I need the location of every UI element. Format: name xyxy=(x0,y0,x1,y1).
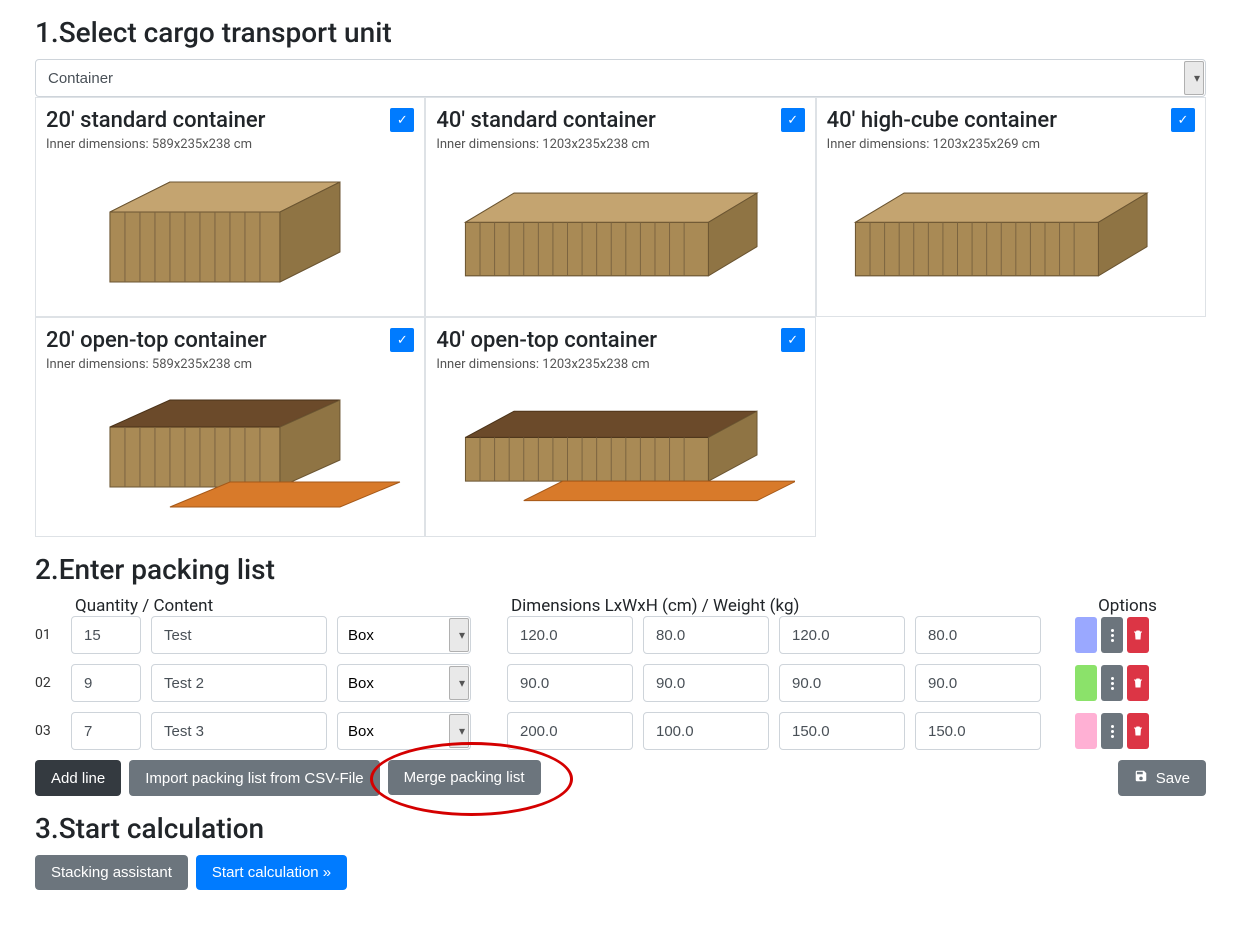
header-dims: Dimensions LxWxH (cm) / Weight (kg) xyxy=(511,596,1049,616)
packing-rows: 01 Box 02 Box 03 xyxy=(35,616,1206,750)
stacking-assistant-button[interactable]: Stacking assistant xyxy=(35,855,188,890)
container-card[interactable]: 20' open-top container Inner dimensions:… xyxy=(35,317,425,537)
check-icon[interactable]: ✓ xyxy=(390,328,414,352)
container-image xyxy=(436,382,804,522)
content-input[interactable] xyxy=(151,664,327,702)
trash-icon xyxy=(1132,724,1144,738)
check-icon[interactable]: ✓ xyxy=(1171,108,1195,132)
header-qty: Quantity / Content xyxy=(75,596,511,616)
transport-unit-select-wrap: Container xyxy=(35,59,1206,97)
header-opts: Options xyxy=(1049,596,1206,616)
row-menu-button[interactable] xyxy=(1101,665,1123,701)
weight-input[interactable] xyxy=(915,712,1041,750)
color-swatch[interactable] xyxy=(1075,665,1097,701)
container-title: 20' standard container xyxy=(46,108,414,133)
merge-packing-button[interactable]: Merge packing list xyxy=(388,760,541,795)
color-swatch[interactable] xyxy=(1075,713,1097,749)
check-icon[interactable]: ✓ xyxy=(390,108,414,132)
container-title: 40' standard container xyxy=(436,108,804,133)
container-title: 40' high-cube container xyxy=(827,108,1195,133)
transport-unit-select[interactable]: Container xyxy=(35,59,1206,97)
container-image xyxy=(436,162,804,302)
container-title: 40' open-top container xyxy=(436,328,804,353)
width-input[interactable] xyxy=(643,616,769,654)
container-image xyxy=(46,382,414,522)
button-row: Add line Import packing list from CSV-Fi… xyxy=(35,760,1206,796)
height-input[interactable] xyxy=(779,712,905,750)
dots-icon xyxy=(1111,629,1114,642)
row-number: 03 xyxy=(35,723,61,739)
column-headers: Quantity / Content Dimensions LxWxH (cm)… xyxy=(35,596,1206,616)
row-delete-button[interactable] xyxy=(1127,617,1149,653)
container-dims: Inner dimensions: 1203x235x269 cm xyxy=(827,137,1195,152)
container-title: 20' open-top container xyxy=(46,328,414,353)
container-grid: 20' standard container Inner dimensions:… xyxy=(35,97,1206,537)
save-icon xyxy=(1134,770,1152,787)
container-dims: Inner dimensions: 589x235x238 cm xyxy=(46,137,414,152)
dots-icon xyxy=(1111,725,1114,738)
length-input[interactable] xyxy=(507,616,633,654)
container-card[interactable]: 40' open-top container Inner dimensions:… xyxy=(425,317,815,537)
type-select[interactable]: Box xyxy=(337,664,471,702)
content-input[interactable] xyxy=(151,616,327,654)
weight-input[interactable] xyxy=(915,616,1041,654)
add-line-button[interactable]: Add line xyxy=(35,760,121,796)
container-dims: Inner dimensions: 1203x235x238 cm xyxy=(436,137,804,152)
height-input[interactable] xyxy=(779,664,905,702)
start-calculation-button[interactable]: Start calculation » xyxy=(196,855,347,890)
check-icon[interactable]: ✓ xyxy=(781,328,805,352)
packing-row: 03 Box xyxy=(35,712,1206,750)
container-dims: Inner dimensions: 589x235x238 cm xyxy=(46,357,414,372)
container-image xyxy=(827,162,1195,302)
packing-row: 01 Box xyxy=(35,616,1206,654)
section2-title: 2.Enter packing list xyxy=(35,553,1206,586)
trash-icon xyxy=(1132,676,1144,690)
qty-input[interactable] xyxy=(71,616,141,654)
container-image xyxy=(46,162,414,302)
container-dims: Inner dimensions: 1203x235x238 cm xyxy=(436,357,804,372)
section1-title: 1.Select cargo transport unit xyxy=(35,16,1206,49)
row-menu-button[interactable] xyxy=(1101,617,1123,653)
width-input[interactable] xyxy=(643,712,769,750)
save-label: Save xyxy=(1156,770,1190,787)
save-button[interactable]: Save xyxy=(1118,760,1206,796)
container-card[interactable]: 40' high-cube container Inner dimensions… xyxy=(816,97,1206,317)
qty-input[interactable] xyxy=(71,664,141,702)
row-menu-button[interactable] xyxy=(1101,713,1123,749)
import-csv-button[interactable]: Import packing list from CSV-File xyxy=(129,760,379,796)
container-card[interactable]: 40' standard container Inner dimensions:… xyxy=(425,97,815,317)
trash-icon xyxy=(1132,628,1144,642)
length-input[interactable] xyxy=(507,712,633,750)
content-input[interactable] xyxy=(151,712,327,750)
section3-title: 3.Start calculation xyxy=(35,812,1206,845)
qty-input[interactable] xyxy=(71,712,141,750)
height-input[interactable] xyxy=(779,616,905,654)
calc-button-row: Stacking assistant Start calculation » xyxy=(35,855,1206,890)
row-delete-button[interactable] xyxy=(1127,665,1149,701)
container-card[interactable]: 20' standard container Inner dimensions:… xyxy=(35,97,425,317)
length-input[interactable] xyxy=(507,664,633,702)
packing-row: 02 Box xyxy=(35,664,1206,702)
type-select[interactable]: Box xyxy=(337,616,471,654)
check-icon[interactable]: ✓ xyxy=(781,108,805,132)
type-select[interactable]: Box xyxy=(337,712,471,750)
color-swatch[interactable] xyxy=(1075,617,1097,653)
dots-icon xyxy=(1111,677,1114,690)
row-number: 01 xyxy=(35,627,61,643)
row-delete-button[interactable] xyxy=(1127,713,1149,749)
row-number: 02 xyxy=(35,675,61,691)
weight-input[interactable] xyxy=(915,664,1041,702)
width-input[interactable] xyxy=(643,664,769,702)
